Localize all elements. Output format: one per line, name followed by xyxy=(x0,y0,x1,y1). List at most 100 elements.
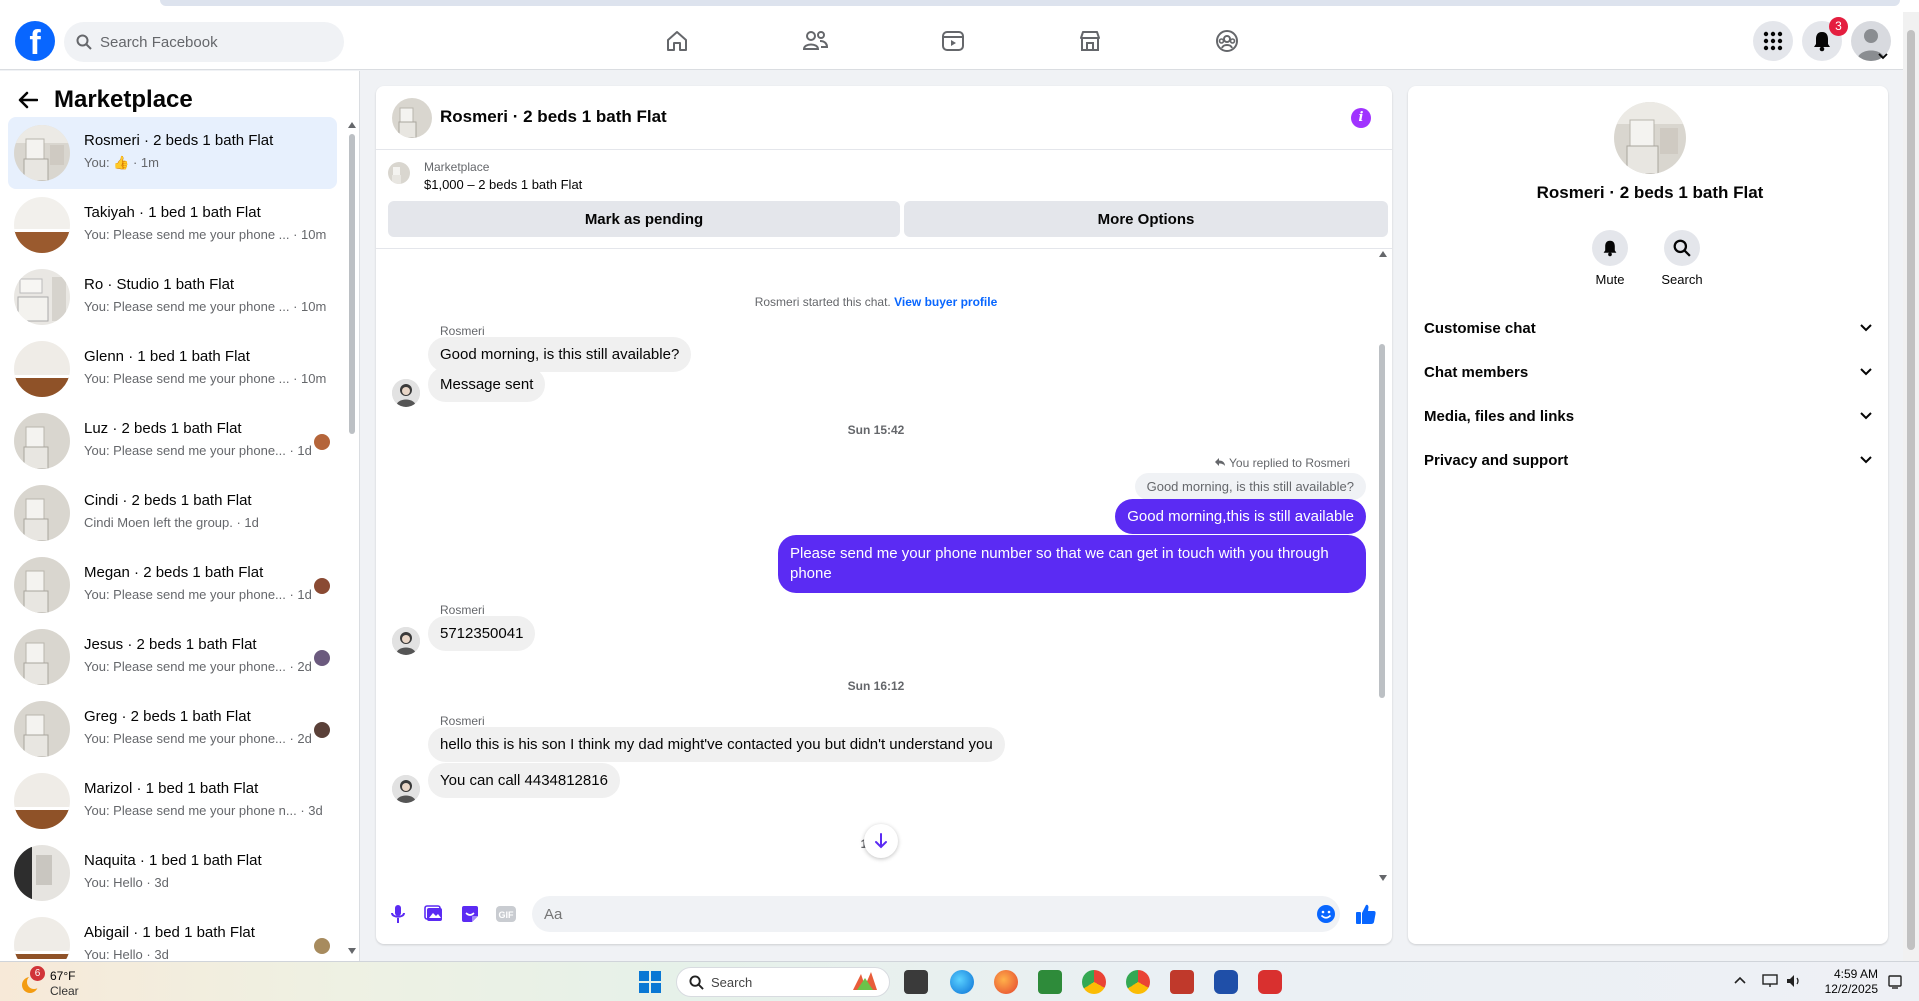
page-scrollbar[interactable] xyxy=(1903,12,1919,961)
edge-icon[interactable] xyxy=(950,970,974,994)
conversation-item[interactable]: Abigail · 1 bed 1 bath Flat You: Hello ·… xyxy=(8,909,337,959)
app-icon[interactable] xyxy=(1258,970,1282,994)
mute-button[interactable] xyxy=(1592,230,1628,266)
search-icon xyxy=(689,975,704,990)
conversation-item[interactable]: Naquita · 1 bed 1 bath Flat You: Hello ·… xyxy=(8,837,337,909)
media-files-links-row[interactable]: Media, files and links xyxy=(1424,398,1872,434)
chrome-icon[interactable] xyxy=(1082,970,1106,994)
chat-listing-avatar[interactable] xyxy=(392,98,432,138)
task-view-icon[interactable] xyxy=(904,970,928,994)
conversation-name: Abigail · 1 bed 1 bath Flat xyxy=(84,924,255,941)
chrome-profile-icon[interactable] xyxy=(1126,970,1150,994)
message-input[interactable] xyxy=(544,896,1304,932)
top-navigation-bar: f 3 xyxy=(0,12,1903,70)
account-chevron-icon[interactable] xyxy=(1878,52,1888,60)
friends-icon[interactable] xyxy=(800,26,830,56)
outgoing-message[interactable]: Please send me your phone number so that… xyxy=(778,535,1366,593)
sender-avatar[interactable] xyxy=(392,775,420,803)
sidebar-scrollbar-thumb[interactable] xyxy=(349,134,355,434)
notifications-button[interactable]: 3 xyxy=(1802,17,1848,61)
video-icon[interactable] xyxy=(938,26,968,56)
page-scrollbar-thumb[interactable] xyxy=(1907,30,1915,950)
mute-label: Mute xyxy=(1595,272,1625,287)
view-buyer-profile-link[interactable]: View buyer profile xyxy=(894,295,997,309)
incoming-message[interactable]: hello this is his son I think my dad mig… xyxy=(428,727,1005,762)
conversation-item[interactable]: Glenn · 1 bed 1 bath Flat You: Please se… xyxy=(8,333,337,405)
menu-grid-button[interactable] xyxy=(1753,21,1793,61)
facebook-logo[interactable]: f xyxy=(15,21,55,61)
listing-thumbnail xyxy=(14,413,70,469)
start-icon[interactable] xyxy=(638,970,662,994)
chat-title[interactable]: Rosmeri · 2 beds 1 bath Flat xyxy=(440,107,667,127)
listing-thumbnail-small xyxy=(388,162,410,184)
search-in-chat-button[interactable] xyxy=(1664,230,1700,266)
taskbar-search[interactable]: Search xyxy=(676,967,890,997)
conversation-item[interactable]: Megan · 2 beds 1 bath Flat You: Please s… xyxy=(8,549,337,621)
incoming-message[interactable]: Message sent xyxy=(428,367,546,402)
details-listing-avatar[interactable] xyxy=(1614,102,1686,174)
scroll-up-arrow-icon[interactable] xyxy=(347,121,357,129)
conversation-item[interactable]: Ro · Studio 1 bath Flat You: Please send… xyxy=(8,261,337,333)
sticker-icon[interactable] xyxy=(458,902,482,926)
volume-icon[interactable] xyxy=(1786,974,1802,988)
scroll-down-arrow-icon[interactable] xyxy=(347,947,357,955)
clock-time: 4:59 AM xyxy=(1833,967,1878,981)
conversation-item[interactable]: Jesus · 2 beds 1 bath Flat You: Please s… xyxy=(8,621,337,693)
chat-started-notice: Rosmeri started this chat. View buyer pr… xyxy=(376,295,1376,309)
display-icon[interactable] xyxy=(1762,974,1778,988)
marketplace-label: Marketplace xyxy=(424,160,490,174)
browser-top-strip xyxy=(0,0,1919,12)
conversation-item[interactable]: Marizol · 1 bed 1 bath Flat You: Please … xyxy=(8,765,337,837)
emoji-icon[interactable] xyxy=(1316,904,1336,924)
replied-message-quote[interactable]: Good morning, is this still available? xyxy=(1134,473,1366,500)
mark-as-pending-button[interactable]: Mark as pending xyxy=(388,201,900,237)
spreadsheet-app-icon[interactable] xyxy=(1038,970,1062,994)
photo-icon[interactable] xyxy=(422,902,446,926)
customise-chat-row[interactable]: Customise chat xyxy=(1424,310,1872,346)
snipping-tool-icon[interactable] xyxy=(1170,970,1194,994)
notification-center-icon[interactable] xyxy=(1888,975,1902,989)
info-icon[interactable]: i xyxy=(1351,108,1371,128)
chat-scrollbar[interactable] xyxy=(1376,248,1388,884)
home-icon[interactable] xyxy=(662,26,692,56)
chat-scrollbar-thumb[interactable] xyxy=(1379,344,1385,698)
conversation-snippet: You: Please send me your phone... · 1d xyxy=(84,587,312,602)
conversation-snippet: You: Please send me your phone ... · 10m xyxy=(84,299,327,314)
conversation-item[interactable]: Rosmeri · 2 beds 1 bath Flat You: 👍 · 1m xyxy=(8,117,337,189)
mute-action[interactable]: Mute xyxy=(1574,230,1646,287)
privacy-support-row[interactable]: Privacy and support xyxy=(1424,442,1872,478)
scroll-down-arrow-icon[interactable] xyxy=(1378,874,1388,882)
system-clock[interactable]: 4:59 AM 12/2/2025 xyxy=(1818,967,1878,997)
back-arrow-icon[interactable] xyxy=(18,91,38,109)
sender-avatar[interactable] xyxy=(392,379,420,407)
chat-members-row[interactable]: Chat members xyxy=(1424,354,1872,390)
conversation-item[interactable]: Luz · 2 beds 1 bath Flat You: Please sen… xyxy=(8,405,337,477)
more-options-button[interactable]: More Options xyxy=(904,201,1388,237)
microphone-icon[interactable] xyxy=(386,902,410,926)
search-action[interactable]: Search xyxy=(1646,230,1718,287)
conversation-item[interactable]: Cindi · 2 beds 1 bath Flat Cindi Moen le… xyxy=(8,477,337,549)
groups-icon[interactable] xyxy=(1212,26,1242,56)
marketplace-icon[interactable] xyxy=(1075,26,1105,56)
conversation-item[interactable]: Takiyah · 1 bed 1 bath Flat You: Please … xyxy=(8,189,337,261)
search-input[interactable] xyxy=(100,22,330,62)
listing-thumbnail xyxy=(14,773,70,829)
sender-avatar[interactable] xyxy=(392,627,420,655)
firefox-icon[interactable] xyxy=(994,970,1018,994)
incoming-message[interactable]: 5712350041 xyxy=(428,616,536,651)
incoming-message[interactable]: You can call 4434812816 xyxy=(428,763,620,798)
search-facebook-box[interactable] xyxy=(64,22,344,62)
vpn-icon[interactable] xyxy=(1214,970,1238,994)
scroll-up-arrow-icon[interactable] xyxy=(1378,250,1388,258)
outgoing-message[interactable]: Good morning,this is still available xyxy=(1115,499,1366,534)
thumbs-up-icon[interactable] xyxy=(1354,902,1378,926)
scroll-to-bottom-button[interactable] xyxy=(864,824,898,858)
chevron-up-icon[interactable] xyxy=(1734,976,1746,984)
marketplace-conversation-sidebar: Marketplace Rosmeri · 2 beds 1 bath Flat… xyxy=(0,71,360,961)
chevron-down-icon xyxy=(1860,368,1872,376)
gif-icon[interactable]: GIF xyxy=(494,902,518,926)
participant-avatar xyxy=(314,938,330,954)
conversation-item[interactable]: Greg · 2 beds 1 bath Flat You: Please se… xyxy=(8,693,337,765)
timestamp: Sun 15:42 xyxy=(847,423,905,437)
listing-thumbnail xyxy=(14,701,70,757)
